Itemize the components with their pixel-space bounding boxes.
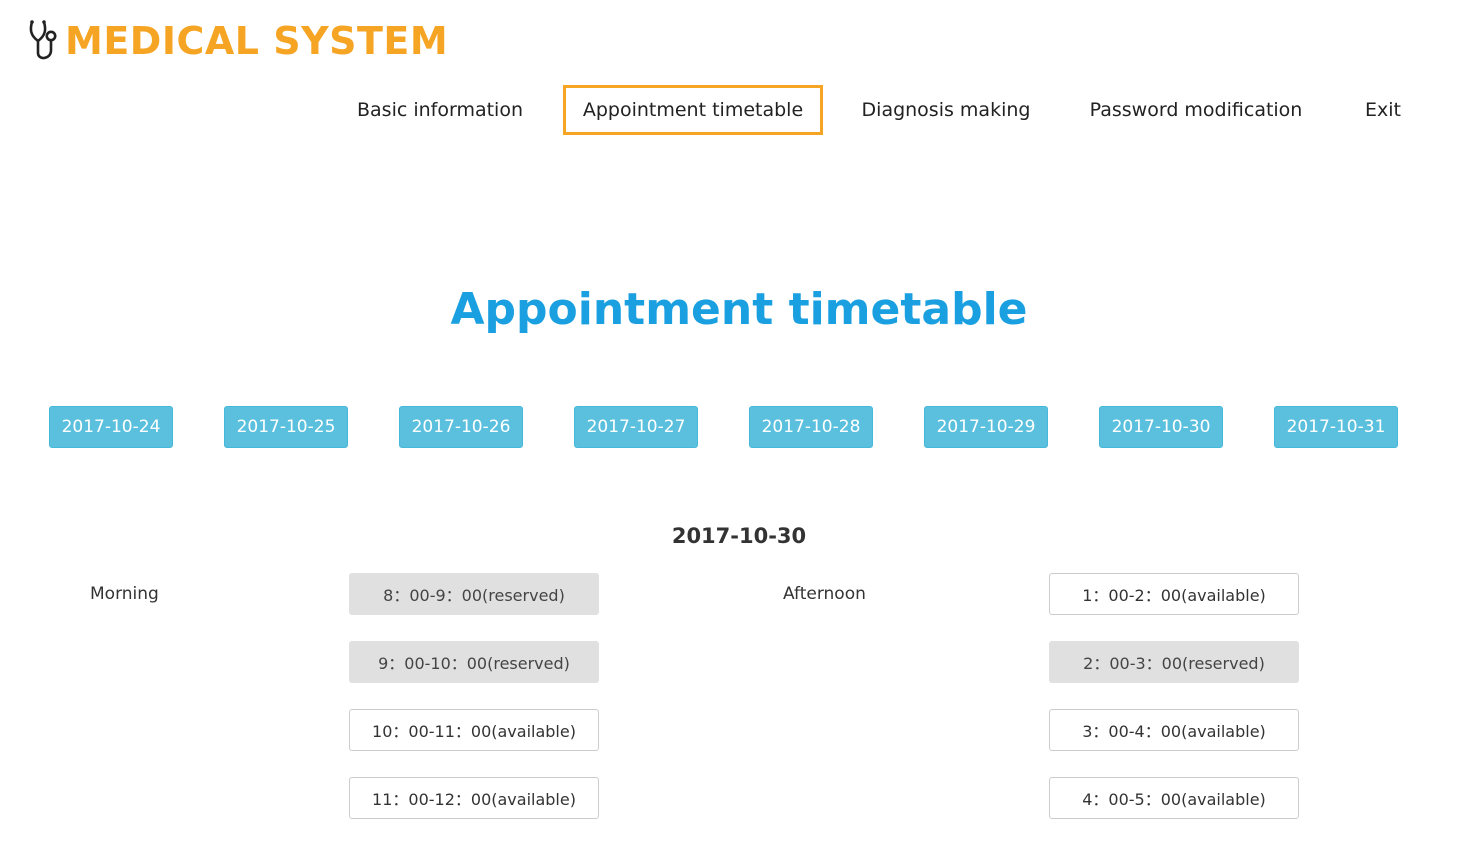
- date-button-2017-10-31[interactable]: 2017-10-31: [1274, 406, 1398, 448]
- nav-label: Diagnosis making: [861, 99, 1031, 121]
- time-slot-morning-2[interactable]: 9：00-10：00(reserved): [349, 641, 599, 683]
- afternoon-label: Afternoon: [783, 584, 866, 604]
- time-slot-afternoon-3[interactable]: 3：00-4：00(available): [1049, 709, 1299, 751]
- nav-diagnosis-making[interactable]: Diagnosis making: [852, 85, 1040, 135]
- date-button-2017-10-27[interactable]: 2017-10-27: [574, 406, 698, 448]
- date-button-2017-10-26[interactable]: 2017-10-26: [399, 406, 523, 448]
- nav-label: Appointment timetable: [582, 99, 804, 121]
- selected-date-heading: 2017-10-30: [671, 524, 807, 548]
- morning-label: Morning: [90, 584, 159, 604]
- page-title: Appointment timetable: [450, 284, 1028, 335]
- date-button-2017-10-29[interactable]: 2017-10-29: [924, 406, 1048, 448]
- app-title: MEDICAL SYSTEM: [65, 19, 449, 63]
- stethoscope-icon: [29, 20, 57, 60]
- nav-password-modification[interactable]: Password modification: [1080, 85, 1312, 135]
- time-slot-morning-3[interactable]: 10：00-11：00(available): [349, 709, 599, 751]
- time-slot-morning-4[interactable]: 11：00-12：00(available): [349, 777, 599, 819]
- time-slot-afternoon-2[interactable]: 2：00-3：00(reserved): [1049, 641, 1299, 683]
- nav-label: Exit: [1365, 99, 1401, 121]
- date-button-2017-10-28[interactable]: 2017-10-28: [749, 406, 873, 448]
- nav-exit[interactable]: Exit: [1356, 85, 1410, 135]
- date-button-2017-10-24[interactable]: 2017-10-24: [49, 406, 173, 448]
- time-slot-afternoon-4[interactable]: 4：00-5：00(available): [1049, 777, 1299, 819]
- app-logo: MEDICAL SYSTEM: [26, 18, 448, 64]
- nav-basic-information[interactable]: Basic information: [348, 85, 532, 135]
- date-button-2017-10-30[interactable]: 2017-10-30: [1099, 406, 1223, 448]
- time-slot-morning-1[interactable]: 8：00-9：00(reserved): [349, 573, 599, 615]
- date-button-2017-10-25[interactable]: 2017-10-25: [224, 406, 348, 448]
- nav-label: Password modification: [1089, 99, 1303, 121]
- time-slot-afternoon-1[interactable]: 1：00-2：00(available): [1049, 573, 1299, 615]
- nav-appointment-timetable[interactable]: Appointment timetable: [563, 85, 823, 135]
- nav-label: Basic information: [357, 99, 523, 121]
